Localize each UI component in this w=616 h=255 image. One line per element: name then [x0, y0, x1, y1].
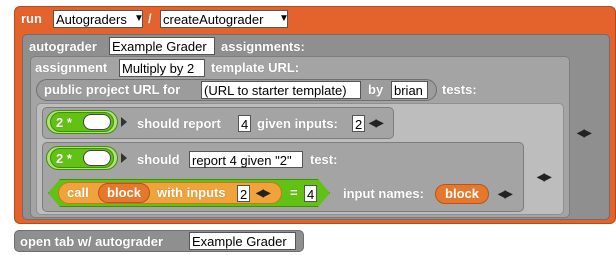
expand-arrow-icon[interactable]: [121, 117, 127, 127]
dropdown-arrow-icon[interactable]: ▼: [279, 13, 289, 24]
command-dropdown[interactable]: createAutograder: [160, 10, 288, 28]
assignment-label: assignment: [35, 60, 108, 75]
expand-arrow-icon[interactable]: [121, 153, 127, 163]
block-variable[interactable]: block: [98, 183, 150, 203]
test-arrows-icon[interactable]: ◀▶: [537, 172, 551, 184]
should-report-label: should report: [137, 116, 221, 131]
assignments-label: assignments:: [221, 39, 305, 54]
template-url-label: template URL:: [211, 60, 300, 75]
input-arrows-icon[interactable]: ◀▶: [369, 118, 383, 130]
template-url-field[interactable]: (URL to starter template): [201, 81, 361, 99]
result-field[interactable]: 4: [304, 185, 317, 202]
should-label: should: [137, 152, 180, 167]
dropdown-arrow-icon[interactable]: ▼: [134, 13, 144, 24]
user-field[interactable]: brian: [391, 81, 428, 99]
footer-name-field[interactable]: Example Grader: [189, 232, 296, 250]
public-url-label: public project URL for: [44, 82, 181, 97]
tests-label: tests:: [442, 82, 477, 97]
test-description-field[interactable]: report 4 given "2": [189, 151, 303, 168]
by-label: by: [368, 82, 384, 97]
library-dropdown[interactable]: Autograders: [53, 10, 143, 28]
call-label: call: [67, 185, 89, 200]
equals-label: =: [290, 185, 298, 200]
assignment-name-field[interactable]: Multiply by 2: [119, 59, 205, 77]
input-value-field[interactable]: 2: [352, 115, 365, 132]
list-arrows-icon[interactable]: ◀▶: [577, 128, 591, 140]
given-inputs-label: given inputs:: [257, 116, 338, 131]
empty-slot[interactable]: [83, 150, 111, 166]
call-input-field[interactable]: 2: [237, 185, 250, 202]
autograder-name-field[interactable]: Example Grader: [109, 37, 215, 55]
separator: /: [148, 11, 152, 26]
test-label: test:: [310, 152, 338, 167]
autograder-label: autograder: [29, 39, 97, 54]
multiply-label: 2 *: [56, 115, 72, 130]
open-tab-label: open tab w/ autograder: [20, 234, 164, 249]
empty-slot[interactable]: [83, 114, 111, 130]
input-names-label: input names:: [343, 186, 424, 201]
run-label: run: [21, 11, 42, 26]
multiply-label: 2 *: [56, 151, 72, 166]
call-arrows-icon[interactable]: ◀▶: [256, 188, 270, 200]
expected-value-field[interactable]: 4: [238, 115, 251, 132]
input-name-variable[interactable]: block: [435, 184, 489, 204]
with-inputs-label: with inputs: [157, 185, 226, 200]
input-names-arrows-icon[interactable]: ◀▶: [498, 189, 512, 201]
